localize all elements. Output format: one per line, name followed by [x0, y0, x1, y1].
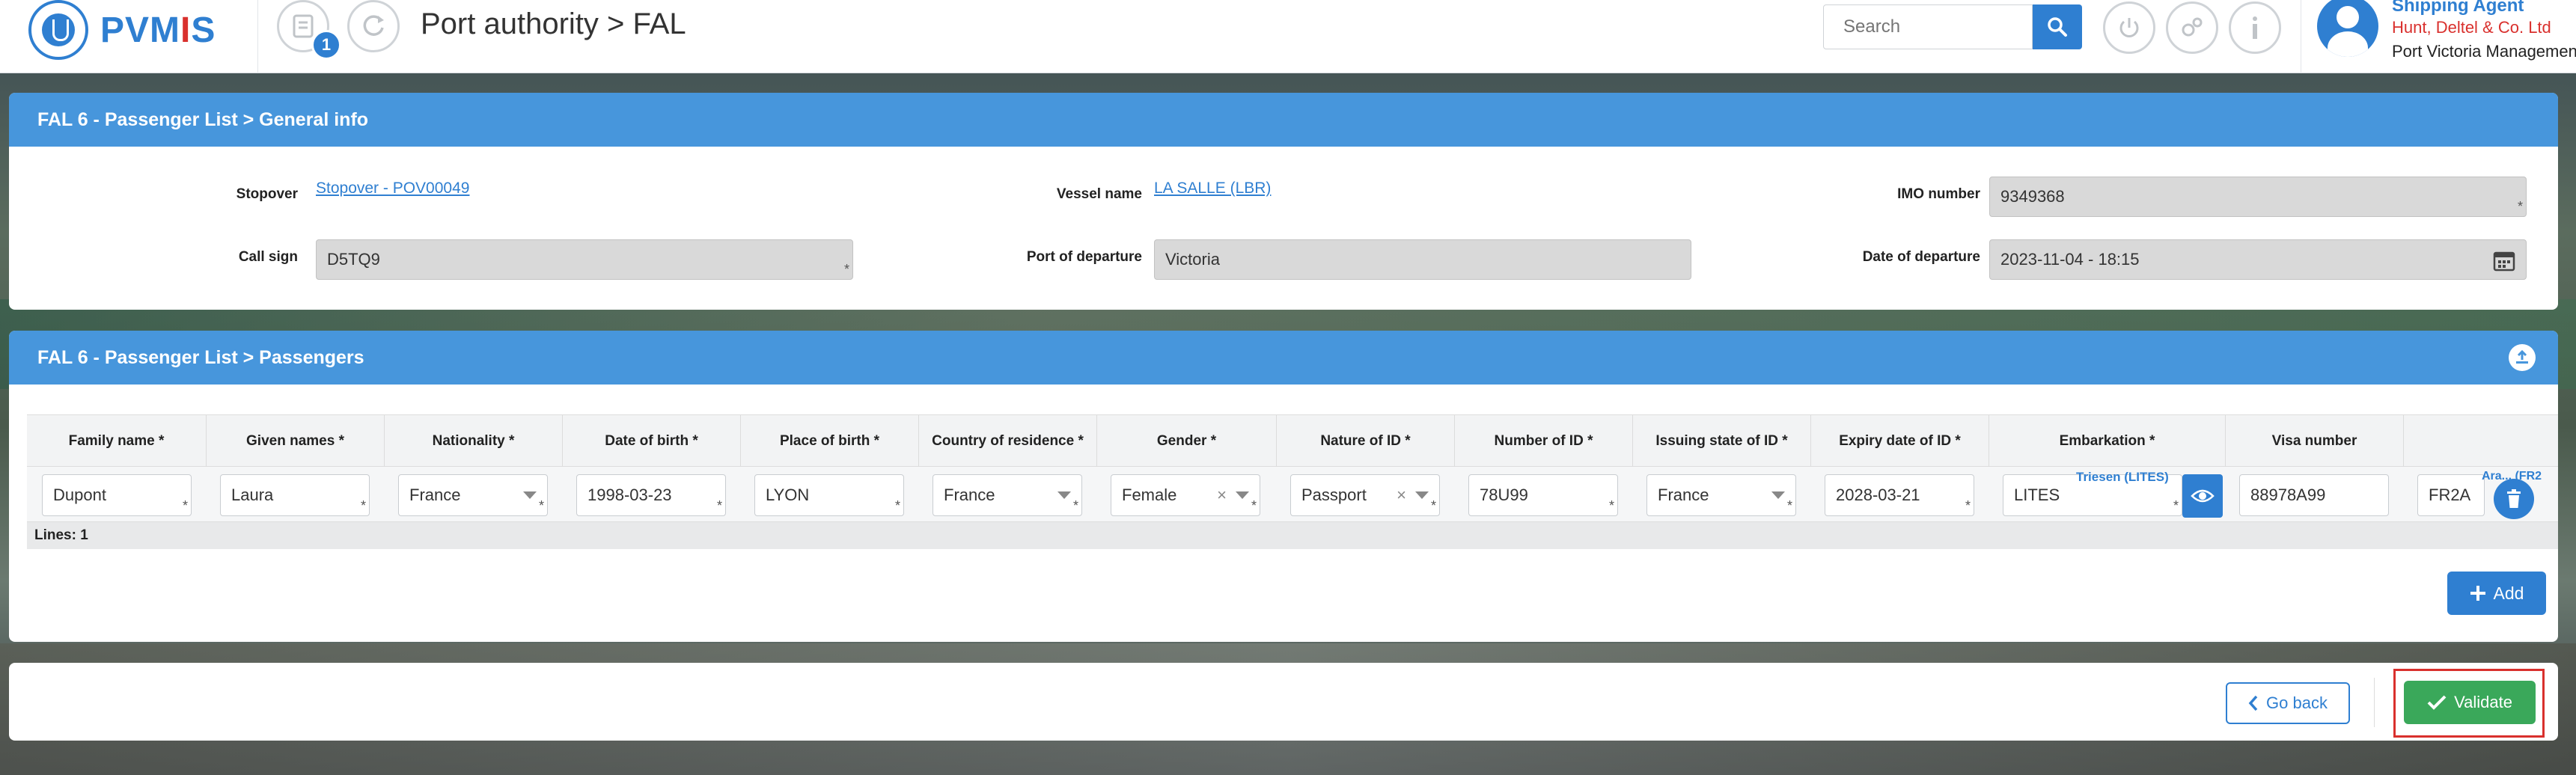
chevron-down-icon — [523, 491, 537, 499]
settings-icon[interactable] — [2166, 1, 2218, 54]
column-header[interactable]: Visa number — [2226, 415, 2404, 468]
clear-icon[interactable]: × — [1397, 485, 1406, 505]
panel-title: FAL 6 - Passenger List > Passengers — [9, 331, 2558, 385]
stopover-label: Stopover — [236, 186, 298, 202]
given-names-input[interactable]: Laura * — [220, 474, 370, 516]
nationality-select[interactable]: France * — [398, 474, 548, 516]
expiry-date-input[interactable]: 2028-03-21 * — [1825, 474, 1974, 516]
search-button[interactable] — [2033, 4, 2082, 49]
column-header[interactable]: Family name * — [27, 415, 207, 468]
actions-panel: Go back Validate — [9, 663, 2558, 741]
logo-text: PVMIS — [100, 10, 216, 50]
call-sign-label: Call sign — [238, 249, 298, 265]
chevron-down-icon — [1057, 491, 1071, 499]
table-row: Dupont * Laura * France * 1998-03-23 * LYON *… — [27, 467, 2558, 522]
embarkation-tag: Triesen (LITES) — [2076, 470, 2169, 484]
call-sign-field: D5TQ9 * — [316, 239, 853, 280]
plus-icon — [2470, 586, 2485, 601]
column-header[interactable]: Issuing state of ID * — [1633, 415, 1811, 468]
family-name-input[interactable]: Dupont * — [42, 474, 192, 516]
chevron-down-icon — [1771, 491, 1785, 499]
app-header: PVMIS 1 Port authority > FAL Shipping Ag… — [0, 0, 2576, 73]
view-location-button[interactable] — [2182, 474, 2223, 518]
trash-icon — [2507, 489, 2521, 508]
general-info-panel: FAL 6 - Passenger List > General info St… — [9, 93, 2558, 310]
user-company: Hunt, Deltel & Co. Ltd — [2392, 18, 2551, 37]
go-back-button[interactable]: Go back — [2226, 682, 2350, 724]
search-input[interactable] — [1823, 4, 2033, 49]
passengers-panel: FAL 6 - Passenger List > Passengers Fami… — [9, 331, 2558, 642]
header-divider — [257, 0, 258, 73]
info-icon[interactable] — [2229, 1, 2281, 54]
divider — [2374, 678, 2375, 727]
notification-badge: 1 — [311, 30, 341, 60]
panel-title: FAL 6 - Passenger List > General info — [9, 93, 2558, 147]
stopover-link[interactable]: Stopover - POV00049 — [316, 180, 469, 197]
clear-icon[interactable]: × — [1217, 485, 1227, 505]
gender-select[interactable]: Female × * — [1111, 474, 1260, 516]
power-icon[interactable] — [2103, 1, 2155, 54]
chevron-down-icon — [1415, 491, 1429, 499]
lines-count: Lines: 1 — [27, 522, 2558, 549]
vessel-name-label: Vessel name — [1056, 186, 1142, 202]
issuing-state-select[interactable]: France * — [1646, 474, 1796, 516]
delete-row-button[interactable] — [2494, 479, 2534, 519]
imo-number-value: 9349368 — [2000, 187, 2065, 206]
date-of-departure-field: 2023-11-04 - 18:15 — [1989, 239, 2527, 280]
panel-title-text: FAL 6 - Passenger List > Passengers — [37, 346, 364, 368]
chevron-down-icon — [1236, 491, 1249, 499]
port-of-departure-value: Victoria — [1165, 250, 1220, 269]
column-header[interactable]: Place of birth * — [741, 415, 919, 468]
date-of-birth-input[interactable]: 1998-03-23 * — [576, 474, 726, 516]
user-organization: Port Victoria Management — [2392, 42, 2576, 61]
column-header[interactable]: Country of residence * — [919, 415, 1097, 468]
column-header[interactable]: Nature of ID * — [1277, 415, 1455, 468]
country-of-residence-select[interactable]: France * — [933, 474, 1082, 516]
nature-of-id-select[interactable]: Passport × * — [1290, 474, 1440, 516]
app-logo[interactable]: PVMIS — [28, 0, 216, 60]
column-header[interactable]: Expiry date of ID * — [1811, 415, 1989, 468]
avatar[interactable] — [2317, 0, 2378, 57]
column-header[interactable]: Number of ID * — [1455, 415, 1633, 468]
port-of-departure-field: Victoria — [1154, 239, 1691, 280]
vessel-name-link[interactable]: LA SALLE (LBR) — [1154, 180, 1271, 197]
column-header[interactable]: Embarkation * — [1989, 415, 2226, 468]
upload-icon[interactable] — [2509, 344, 2536, 371]
add-passenger-button[interactable]: Add — [2447, 572, 2546, 615]
place-of-birth-input[interactable]: LYON * — [754, 474, 904, 516]
column-header[interactable]: Given names * — [207, 415, 385, 468]
page-title: Port authority > FAL — [421, 7, 686, 40]
date-of-departure-label: Date of departure — [1862, 249, 1980, 265]
imo-number-label: IMO number — [1897, 186, 1980, 202]
date-of-departure-value: 2023-11-04 - 18:15 — [2000, 250, 2140, 269]
column-header[interactable]: Gender * — [1097, 415, 1277, 468]
column-header[interactable]: Nationality * — [385, 415, 563, 468]
search-icon — [2048, 17, 2067, 37]
user-role: Shipping Agent — [2392, 0, 2524, 16]
column-header — [2404, 415, 2558, 468]
port-of-departure-label: Port of departure — [1026, 249, 1142, 265]
disembarkation-input[interactable]: FR2A — [2417, 474, 2485, 516]
validate-button[interactable]: Validate — [2404, 681, 2536, 724]
chevron-left-icon — [2248, 695, 2258, 711]
call-sign-value: D5TQ9 — [327, 250, 380, 269]
visa-number-input[interactable]: 88978A99 — [2239, 474, 2389, 516]
column-header[interactable]: Date of birth * — [563, 415, 741, 468]
imo-number-field: 9349368 * — [1989, 177, 2527, 217]
number-of-id-input[interactable]: 78U99 * — [1468, 474, 1618, 516]
eye-icon — [2191, 489, 2215, 503]
refresh-icon[interactable] — [347, 0, 400, 52]
check-icon — [2427, 695, 2447, 710]
logo-icon — [28, 0, 88, 60]
table-header: Family name * Given names * Nationality … — [27, 414, 2558, 468]
calendar-icon[interactable] — [2493, 249, 2515, 272]
